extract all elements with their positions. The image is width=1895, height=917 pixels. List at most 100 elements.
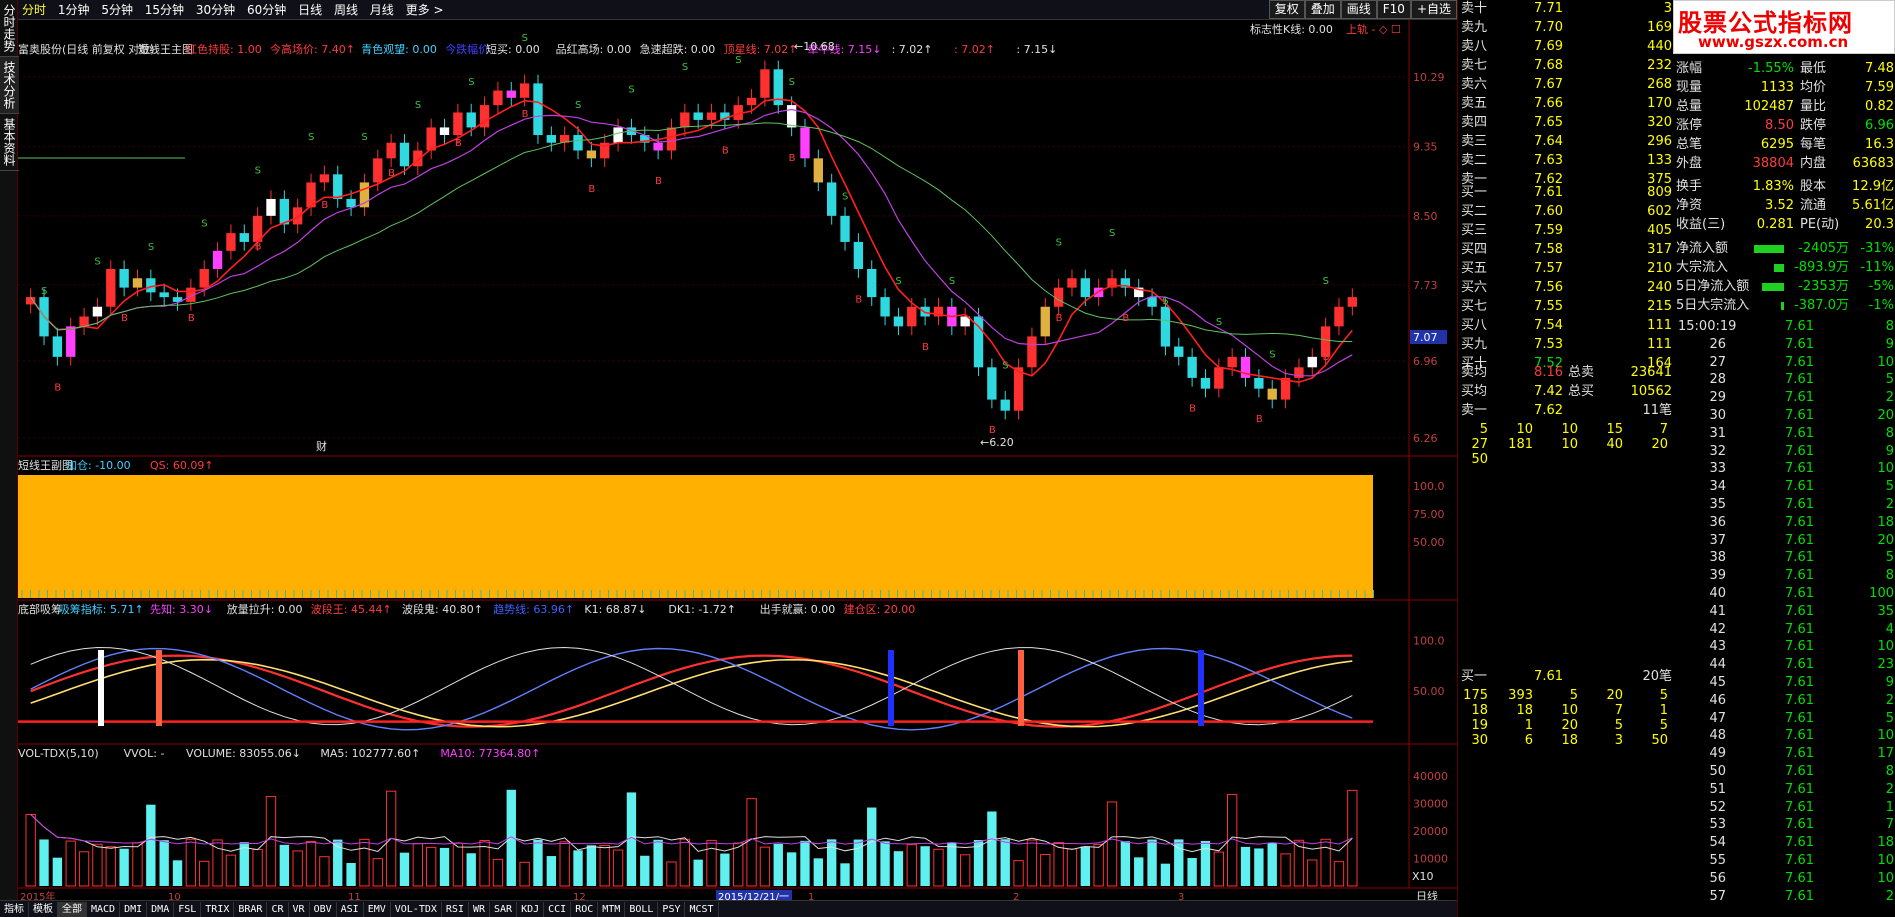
tick-row: 48 7.61 10	[1709, 728, 1894, 744]
tab-timeshare[interactable]: 分时走势	[0, 0, 19, 57]
sell-signal: S	[41, 286, 47, 297]
indicator-tab-17[interactable]: SAR	[490, 902, 518, 917]
indicator-tab-3[interactable]: MACD	[87, 902, 121, 917]
indicator-tabs-bar: 指标 模板 全部 MACD DMI DMA FSL TRIX BRAR CR VR OBV ASI EMV…	[0, 900, 1457, 917]
indicator-tab-8[interactable]: BRAR	[234, 902, 268, 917]
sub1-axis: 100.0 75.00 50.00	[1413, 480, 1445, 549]
main-title-item-5: 今跌幅价	[445, 42, 489, 56]
period-tab-daily[interactable]: 日线	[294, 0, 326, 20]
indicator-tab-1[interactable]: 模板	[29, 902, 58, 917]
signal-bar-3	[1018, 650, 1024, 726]
sub2-title-item-6: 趋势线: 63.96↑	[493, 602, 574, 616]
indicator-tab-11[interactable]: OBV	[310, 902, 337, 917]
tick-row: 29 7.61 2	[1709, 390, 1894, 406]
tab-fundamentals[interactable]: 基本资料	[0, 114, 19, 171]
volume-bar	[599, 845, 610, 887]
volume-bar	[305, 840, 317, 887]
volume-bar	[319, 856, 330, 887]
buy-signal: B	[1056, 313, 1063, 324]
volume-bar	[1320, 838, 1331, 887]
indicator-tab-0[interactable]: 指标	[0, 902, 29, 917]
period-tab-1min[interactable]: 1分钟	[54, 0, 94, 20]
volume-bar	[867, 807, 877, 886]
volume-bar	[372, 858, 383, 887]
indicator-tab-16[interactable]: WR	[469, 902, 491, 917]
indicator-tab-14[interactable]: VOL-TDX	[391, 902, 442, 917]
add-watchlist-button[interactable]: +自选	[1410, 0, 1457, 19]
volume-bar	[1106, 801, 1118, 887]
candle	[319, 174, 330, 183]
period-tab-60min[interactable]: 60分钟	[243, 0, 290, 20]
sub1-fill-area	[18, 475, 1373, 598]
candle	[893, 316, 904, 327]
candle	[212, 250, 223, 269]
candle	[760, 69, 770, 98]
indicator-tab-12[interactable]: ASI	[337, 902, 364, 917]
candle	[132, 278, 143, 288]
period-tab-weekly[interactable]: 周线	[330, 0, 362, 20]
period-tab-timeshare[interactable]: 分时	[18, 0, 50, 20]
candle	[1227, 356, 1237, 368]
volume-bar	[827, 839, 837, 886]
sub2-title-item-4: 波段王: 45.44↑	[311, 602, 392, 616]
volume-bar	[159, 840, 169, 886]
period-tab-monthly[interactable]: 月线	[366, 0, 398, 20]
indicator-tab-13[interactable]: EMV	[364, 902, 391, 917]
tick-row: 56 7.61 10	[1709, 870, 1894, 886]
buy-signal: B	[522, 109, 529, 120]
indicator-tab-19[interactable]: CCI	[544, 902, 572, 917]
buy-signal: B	[1256, 414, 1263, 425]
period-tab-30min[interactable]: 30分钟	[192, 0, 239, 20]
volume-bar	[199, 860, 210, 887]
overlay-button[interactable]: 叠加	[1304, 0, 1341, 19]
indicator-tab-22[interactable]: BOLL	[625, 902, 659, 917]
adjust-button[interactable]: 复权	[1268, 0, 1305, 19]
candle	[106, 268, 116, 307]
left-vertical-tabs: 分时走势 技术分析 基本资料	[0, 0, 19, 917]
stat-row: 总笔 6295 每笔 16.3	[1676, 137, 1894, 152]
indicator-tab-5[interactable]: DMA	[147, 902, 175, 917]
price-tick: 10.29	[1413, 71, 1445, 84]
indicator-tab-23[interactable]: PSY	[658, 902, 686, 917]
sell-signal: S	[415, 100, 421, 111]
chart-area[interactable]: 富奥股份(日线 前复权 对数)短线王主图红色持股: 1.00 今高场价: 7.40…	[18, 20, 1457, 900]
candle	[159, 292, 169, 298]
f10-button[interactable]: F10	[1376, 0, 1411, 19]
sell-signal: S	[895, 276, 901, 287]
candle	[413, 150, 423, 167]
sell-signal: S	[361, 132, 367, 143]
signal-bar-4	[1198, 650, 1204, 726]
indicator-tab-4[interactable]: DMI	[120, 902, 148, 917]
sub2-title-item-5: 波段鬼: 40.80↑	[402, 602, 483, 616]
candle	[1067, 278, 1077, 288]
indicator-tab-6[interactable]: FSL	[174, 902, 202, 917]
indicator-tab-2[interactable]: 全部	[58, 902, 87, 917]
period-tab-15min[interactable]: 15分钟	[141, 0, 188, 20]
candle	[439, 127, 450, 136]
indicator-tab-10[interactable]: VR	[289, 902, 310, 917]
volume-bar	[25, 814, 36, 887]
indicator-tab-18[interactable]: KDJ	[517, 902, 545, 917]
sell-signal: S	[1056, 237, 1062, 248]
stat-row: 净资 3.52 流通 5.61亿	[1676, 198, 1894, 213]
indicator-tab-7[interactable]: TRIX	[201, 902, 235, 917]
indicator-tab-21[interactable]: MTM	[598, 902, 626, 917]
sub2-axis: 100.0 50.00	[1413, 634, 1445, 698]
indicator-tab-20[interactable]: ROC	[571, 902, 599, 917]
candle	[1013, 367, 1024, 411]
period-tab-5min[interactable]: 5分钟	[97, 0, 137, 20]
sell-signal: S	[682, 62, 688, 73]
volume-bar	[840, 863, 850, 886]
tick-row: 28 7.61 5	[1709, 372, 1894, 388]
indicator-tab-24[interactable]: MCST	[685, 902, 719, 917]
volume-bar	[546, 856, 556, 886]
indicator-tab-15[interactable]: RSI	[442, 902, 469, 917]
sell-signal: S	[1162, 296, 1168, 307]
candle	[880, 297, 890, 317]
tick-row: 7.61 8	[1785, 319, 1894, 334]
tab-technical-analysis[interactable]: 技术分析	[0, 57, 19, 114]
period-tab-more[interactable]: 更多 >	[402, 0, 448, 20]
draw-line-button[interactable]: 画线	[1340, 0, 1377, 19]
indicator-tab-9[interactable]: CR	[267, 902, 289, 917]
volume-bar	[1026, 839, 1038, 887]
